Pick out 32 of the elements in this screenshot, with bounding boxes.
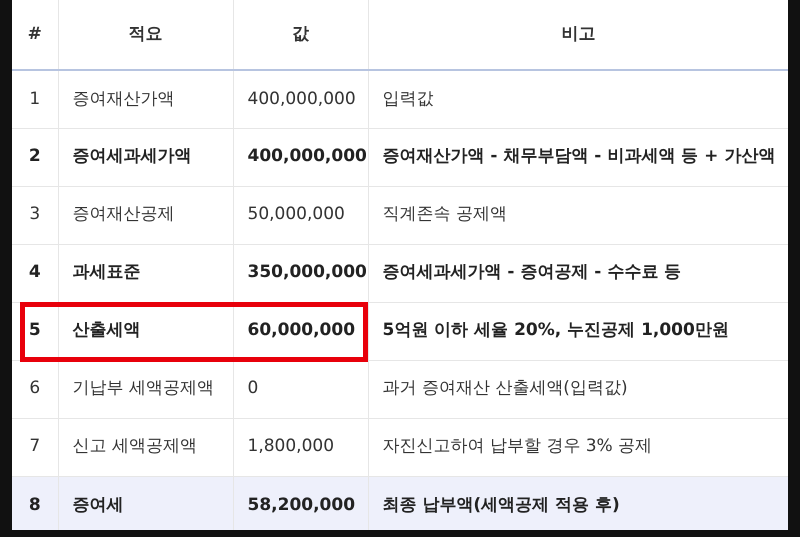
table-cell: 직계존속 공제액 [368,186,788,244]
table-cell: 증여재산가액 [58,70,233,128]
table-cell: 400,000,000 [233,70,368,128]
column-header: # [12,0,58,70]
row-number: 1 [12,70,58,128]
table-cell: 과거 증여재산 산출세액(입력값) [368,360,788,418]
table-cell: 증여세과세가액 [58,128,233,186]
table-cell: 증여재산가액 - 채무부담액 - 비과세액 등 + 가산액 [368,128,788,186]
table-cell: 산출세액 [58,302,233,360]
table-cell: 60,000,000 [233,302,368,360]
row-number: 2 [12,128,58,186]
row-number: 4 [12,244,58,302]
table-cell: 400,000,000 [233,128,368,186]
table-cell: 58,200,000 [233,476,368,530]
column-header: 비고 [368,0,788,70]
row-number: 3 [12,186,58,244]
table-cell: 50,000,000 [233,186,368,244]
column-header: 값 [233,0,368,70]
table-cell: 최종 납부액(세액공제 적용 후) [368,476,788,530]
table-cell: 350,000,000 [233,244,368,302]
table-cell: 0 [233,360,368,418]
table-cell: 기납부 세액공제액 [58,360,233,418]
table-cell: 5억원 이하 세율 20%, 누진공제 1,000만원 [368,302,788,360]
row-number: 5 [12,302,58,360]
table-cell: 증여세과세가액 - 증여공제 - 수수료 등 [368,244,788,302]
table-cell: 과세표준 [58,244,233,302]
row-number: 8 [12,476,58,530]
table-cell: 증여재산공제 [58,186,233,244]
table-cell: 입력값 [368,70,788,128]
row-number: 6 [12,360,58,418]
column-header: 적요 [58,0,233,70]
table-cell: 증여세 [58,476,233,530]
